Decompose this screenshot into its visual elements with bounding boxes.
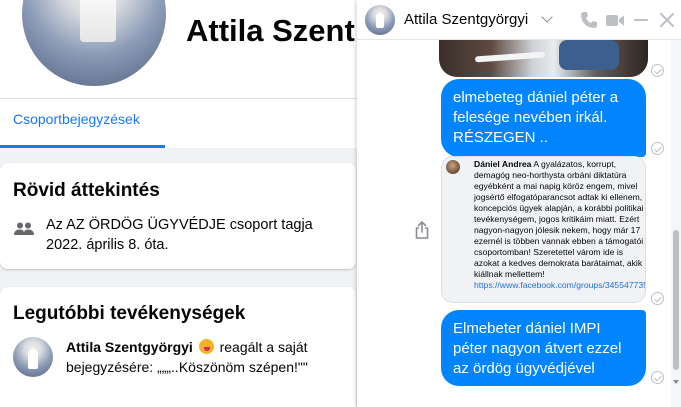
activity-avatar[interactable] bbox=[13, 337, 53, 377]
screenshot-post-text: Dániel Andrea A gyalázatos, korrupt, dem… bbox=[474, 159, 645, 291]
group-link[interactable]: AZ ÖRDÖG ÜGYVÉDJE bbox=[66, 217, 226, 233]
chat-scrollbar[interactable] bbox=[671, 40, 681, 407]
active-tab-indicator bbox=[0, 145, 165, 148]
chevron-down-icon[interactable] bbox=[541, 11, 553, 23]
seen-check-icon bbox=[651, 64, 664, 77]
activity-actor[interactable]: Attila Szentgyörgyi bbox=[66, 339, 193, 355]
screenshot-body: A gyalázatos, korrupt, demagóg neo-horth… bbox=[474, 159, 644, 279]
share-icon[interactable] bbox=[415, 221, 429, 239]
profile-tabs: Csoportbejegyzések bbox=[0, 98, 360, 148]
shared-photo[interactable] bbox=[439, 40, 648, 77]
membership-suffix: csoport tagja bbox=[229, 217, 313, 233]
activity-text: Attila Szentgyörgyi reagált a saját beje… bbox=[66, 337, 351, 377]
scroll-thumb[interactable] bbox=[673, 230, 679, 370]
chat-avatar[interactable] bbox=[365, 5, 395, 35]
message-list[interactable]: elmebeteg dániel péter a felesége nevébe… bbox=[357, 40, 681, 407]
membership-prefix: Az bbox=[46, 217, 63, 233]
seen-check-icon bbox=[651, 292, 664, 305]
profile-name[interactable]: Attila Szent bbox=[186, 13, 355, 49]
profile-header: Attila Szent Csoportbejegyzések bbox=[0, 0, 360, 148]
overview-title: Rövid áttekintés bbox=[13, 180, 160, 201]
chat-contact-name[interactable]: Attila Szentgyörgyi bbox=[404, 11, 528, 28]
tab-group-posts[interactable]: Csoportbejegyzések bbox=[13, 111, 140, 127]
chat-header: Attila Szentgyörgyi bbox=[357, 0, 681, 40]
screenshot-link: https://www.facebook.com/groups/34554773… bbox=[474, 280, 645, 290]
chat-window: Attila Szentgyörgyi elmebeteg dániel pét… bbox=[357, 0, 681, 407]
seen-check-icon bbox=[651, 142, 664, 155]
membership-since: 2022. április 8. óta. bbox=[46, 237, 169, 253]
video-icon[interactable] bbox=[605, 10, 625, 30]
phone-icon[interactable] bbox=[579, 10, 599, 30]
activity-detail[interactable]: bejegyzésére: „„„..Köszönöm szépen!"" bbox=[66, 359, 308, 375]
screenshot-author-avatar bbox=[446, 160, 460, 174]
seen-check-icon bbox=[651, 371, 664, 384]
membership-text: Az AZ ÖRDÖG ÜGYVÉDJE csoport tagja 2022.… bbox=[46, 215, 346, 255]
close-icon[interactable] bbox=[657, 10, 677, 30]
haha-reaction-icon bbox=[198, 339, 214, 354]
group-icon bbox=[14, 222, 34, 235]
scroll-down-arrow-icon[interactable] bbox=[673, 380, 679, 384]
screenshot-author: Dániel Andrea bbox=[474, 159, 532, 169]
message-bubble[interactable]: Elmebeter dániel IMPI péter nagyon átver… bbox=[441, 310, 646, 386]
activity-card: Legutóbbi tevékenységek Attila Szentgyör… bbox=[0, 287, 356, 407]
minimize-icon[interactable] bbox=[631, 10, 651, 30]
shared-screenshot[interactable]: Dániel Andrea A gyalázatos, korrupt, dem… bbox=[441, 156, 646, 303]
profile-avatar[interactable] bbox=[18, 0, 170, 90]
overview-card: Rövid áttekintés Az AZ ÖRDÖG ÜGYVÉDJE cs… bbox=[0, 163, 356, 269]
activity-action: reagált a saját bbox=[219, 339, 308, 355]
activity-title: Legutóbbi tevékenységek bbox=[13, 303, 246, 324]
message-bubble[interactable]: elmebeteg dániel péter a felesége nevébe… bbox=[441, 79, 646, 157]
